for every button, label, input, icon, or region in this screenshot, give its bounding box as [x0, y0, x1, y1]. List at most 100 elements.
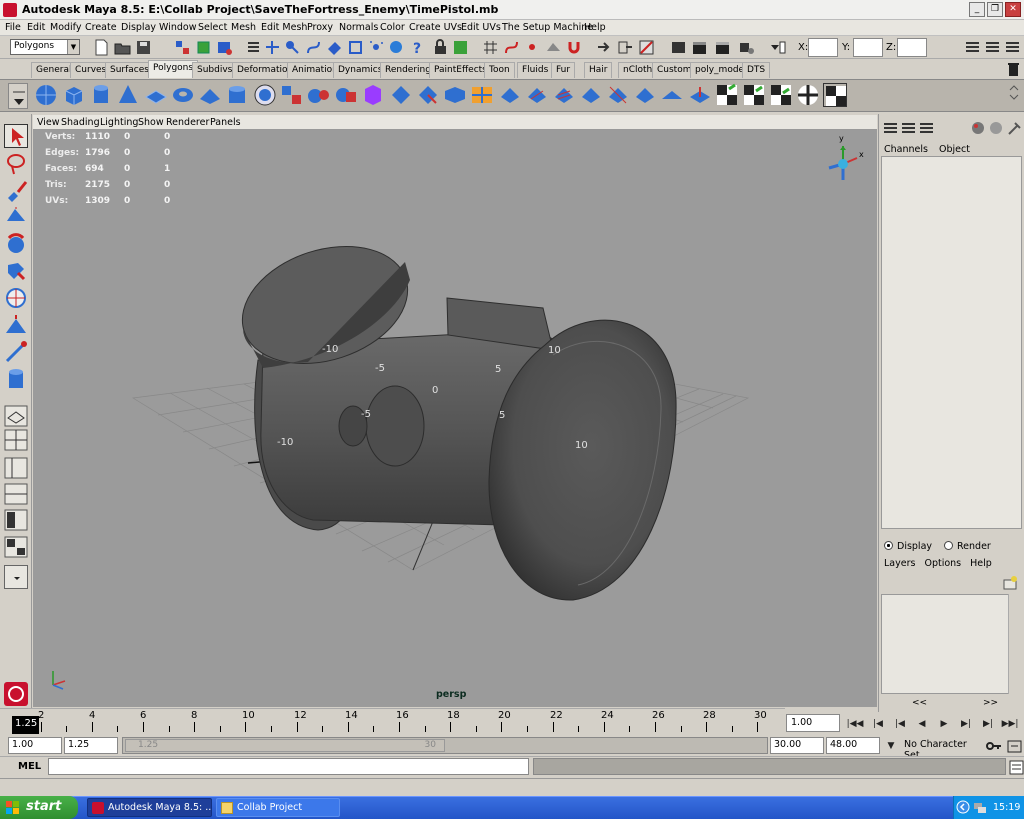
- layer-scrollbar[interactable]: [1008, 594, 1022, 694]
- tray-arrow-icon[interactable]: [956, 800, 970, 814]
- select-hierarchy-icon[interactable]: [174, 39, 191, 56]
- play-backward-button[interactable]: ◀: [913, 716, 931, 732]
- maya-help-icon[interactable]: [4, 682, 28, 706]
- poly-torus-icon[interactable]: [171, 83, 195, 107]
- end-time-field[interactable]: 48.00: [826, 737, 880, 754]
- go-to-end-button[interactable]: ▶▶|: [1001, 716, 1019, 732]
- uv-texture-editor-icon[interactable]: [715, 83, 739, 107]
- wedge-face-icon[interactable]: [660, 83, 684, 107]
- combine-icon[interactable]: [280, 83, 304, 107]
- poly-plane-icon[interactable]: [144, 83, 168, 107]
- tool-settings-icon[interactable]: [984, 39, 1001, 56]
- select-component-icon[interactable]: [216, 39, 233, 56]
- restore-button[interactable]: ❐: [987, 2, 1003, 17]
- poly-sphere-icon[interactable]: [34, 83, 58, 107]
- move-tool-icon[interactable]: [4, 205, 28, 229]
- menu-create[interactable]: Create: [85, 22, 117, 33]
- playback-start-field[interactable]: 1.25: [64, 737, 118, 754]
- deformations-icon[interactable]: [347, 39, 364, 56]
- surfaces-icon[interactable]: [326, 39, 343, 56]
- layer-list[interactable]: [881, 594, 1022, 694]
- save-scene-icon[interactable]: [135, 39, 152, 56]
- dynamics-icon[interactable]: [368, 39, 385, 56]
- poly-cylinder-icon[interactable]: [89, 83, 113, 107]
- planar-mapping-icon[interactable]: [742, 83, 766, 107]
- shelf-tab-surfaces[interactable]: Surfaces: [105, 62, 154, 78]
- layout-menu-chevron-icon[interactable]: [4, 565, 28, 589]
- menu-edit-mesh[interactable]: Edit Mesh: [261, 22, 307, 33]
- menu-modify[interactable]: Modify: [50, 22, 81, 33]
- view-compass-icon[interactable]: [823, 136, 863, 192]
- shelf-tab-fluids[interactable]: Fluids: [517, 62, 554, 78]
- shelf-tab-fur[interactable]: Fur: [551, 62, 576, 78]
- panel-menu-renderer[interactable]: Renderer: [166, 117, 209, 128]
- key-icon[interactable]: [985, 738, 1002, 755]
- layer-menu-options[interactable]: Options: [924, 558, 961, 569]
- go-to-start-button[interactable]: |◀◀: [846, 716, 864, 732]
- shelf-tab-painteffects[interactable]: PaintEffects: [429, 62, 492, 78]
- menu-setup-machine[interactable]: The Setup Machine: [502, 22, 593, 33]
- automatic-mapping-icon[interactable]: [823, 83, 847, 107]
- split-edge-ring-icon[interactable]: [579, 83, 603, 107]
- script-editor-icon[interactable]: [1008, 759, 1024, 775]
- snap-point-icon[interactable]: [524, 39, 541, 56]
- attribute-editor-icon[interactable]: [964, 39, 981, 56]
- persp-outliner-layout-icon[interactable]: [4, 456, 28, 480]
- mel-label[interactable]: MEL: [18, 761, 41, 772]
- sculpt-geometry-icon[interactable]: [688, 83, 712, 107]
- lock-icon[interactable]: [432, 39, 449, 56]
- select-object-icon[interactable]: [195, 39, 212, 56]
- cut-faces-icon[interactable]: [606, 83, 630, 107]
- menu-normals[interactable]: Normals: [339, 22, 378, 33]
- input-box-menu-icon[interactable]: [769, 39, 786, 56]
- step-back-frame-button[interactable]: |◀: [891, 716, 909, 732]
- select-tool-icon[interactable]: [4, 124, 28, 148]
- poly-prism-icon[interactable]: [198, 83, 222, 107]
- menu-color[interactable]: Color: [380, 22, 405, 33]
- layer-scroll-left[interactable]: <<: [912, 698, 927, 708]
- pin-icon[interactable]: [1006, 120, 1023, 137]
- rendering-icon[interactable]: [388, 39, 405, 56]
- layer-menu-layers[interactable]: Layers: [884, 558, 915, 569]
- append-polygon-icon[interactable]: [470, 83, 494, 107]
- scale-tool-icon[interactable]: [4, 259, 28, 283]
- poke-face-icon[interactable]: [633, 83, 657, 107]
- bridge-icon[interactable]: [443, 83, 467, 107]
- poly-cone-icon[interactable]: [116, 83, 140, 107]
- layer-menu-help[interactable]: Help: [970, 558, 992, 569]
- last-tool-used-icon[interactable]: [4, 367, 28, 391]
- snap-curve-icon[interactable]: [503, 39, 520, 56]
- start-time-field[interactable]: 1.00: [8, 737, 62, 754]
- cylindrical-mapping-icon[interactable]: [769, 83, 793, 107]
- menu-mesh[interactable]: Mesh: [231, 22, 256, 33]
- panel-menu-panels[interactable]: Panels: [210, 117, 241, 128]
- mel-command-input[interactable]: [48, 758, 529, 775]
- render-frame-icon[interactable]: [691, 39, 708, 56]
- rotate-tool-icon[interactable]: [4, 232, 28, 256]
- single-perspective-layout-icon[interactable]: [4, 404, 28, 428]
- four-view-layout-icon[interactable]: [4, 428, 28, 452]
- step-back-key-button[interactable]: |◀: [869, 716, 887, 732]
- trash-icon[interactable]: [1005, 61, 1022, 78]
- offset-edge-loop-icon[interactable]: [552, 83, 576, 107]
- boolean-icon[interactable]: [334, 83, 358, 107]
- curves-icon[interactable]: [305, 39, 322, 56]
- panel-menu-view[interactable]: View: [37, 117, 60, 128]
- menu-display[interactable]: Display: [121, 22, 156, 33]
- menu-proxy[interactable]: Proxy: [307, 22, 333, 33]
- menu-help[interactable]: Help: [584, 22, 606, 33]
- network-tray-icon[interactable]: [973, 801, 987, 814]
- range-slider[interactable]: 1.25 30: [122, 737, 768, 754]
- persp-graph-layout-icon[interactable]: [4, 482, 28, 506]
- input-ops-icon[interactable]: [596, 39, 613, 56]
- hypershade-layout-icon[interactable]: [4, 508, 28, 532]
- layer-editor-icon[interactable]: [900, 120, 917, 137]
- handles-icon[interactable]: [264, 39, 281, 56]
- show-manipulator-icon[interactable]: [4, 340, 28, 364]
- coord-z-field[interactable]: [897, 38, 927, 57]
- step-forward-frame-button[interactable]: ▶|: [957, 716, 975, 732]
- shelf-tab-toon[interactable]: Toon: [484, 62, 515, 78]
- shelf-tab-hair[interactable]: Hair: [584, 62, 613, 78]
- magnet-icon[interactable]: [566, 39, 583, 56]
- layer-scroll-right[interactable]: >>: [983, 698, 998, 708]
